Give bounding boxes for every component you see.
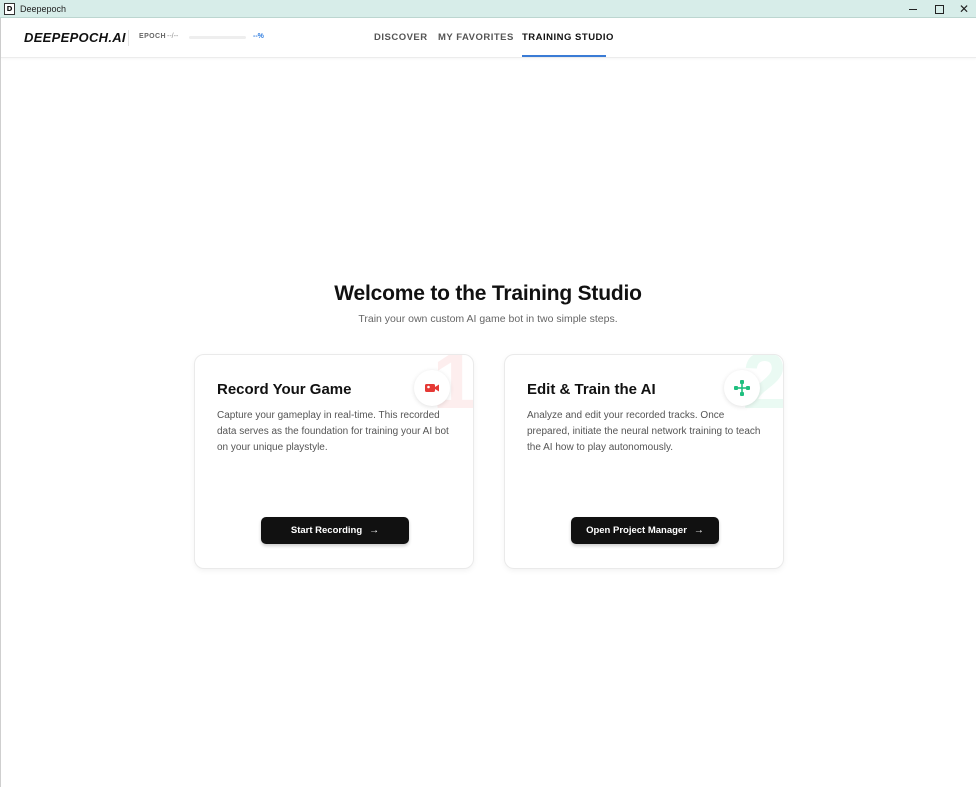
card-title: Edit & Train the AI [527, 381, 656, 398]
maximize-button[interactable] [926, 0, 952, 18]
network-nodes-icon [724, 370, 760, 406]
window-title: Deepepoch [20, 3, 67, 14]
card-description: Analyze and edit your recorded tracks. O… [527, 410, 761, 453]
button-label: Start Recording [290, 525, 363, 536]
close-icon: ✕ [958, 2, 970, 16]
button-label: Open Project Manager [586, 525, 687, 536]
maximize-icon [934, 4, 944, 14]
epoch-label: EPOCH [139, 33, 166, 40]
page-title: Welcome to the Training Studio [334, 282, 642, 305]
edit-train-card: 2 Edit & Train the AI Analyze and edit y… [504, 354, 784, 569]
app-header: DEEPEPOCH.AI EPOCH --/-- --% DISCOVER MY… [1, 18, 976, 58]
start-recording-button[interactable]: Start Recording → [261, 517, 409, 544]
epoch-progress-percent: --% [253, 33, 264, 40]
minimize-icon [909, 8, 917, 10]
epoch-progress-bar [189, 36, 246, 39]
open-project-manager-button[interactable]: Open Project Manager → [571, 517, 719, 544]
arrow-right-icon: → [693, 525, 704, 536]
video-camera-icon [414, 370, 450, 406]
card-title: Record Your Game [217, 381, 352, 398]
window-title-bar: D Deepepoch ✕ [0, 0, 976, 18]
app-icon: D [4, 2, 15, 15]
card-description: Capture your gameplay in real-time. This… [217, 410, 449, 453]
nav-training-studio[interactable]: TRAINING STUDIO [522, 32, 614, 43]
logo[interactable]: DEEPEPOCH.AI [24, 30, 126, 45]
record-game-card: 1 Record Your Game Capture your gameplay… [194, 354, 474, 569]
epoch-value: --/-- [167, 33, 179, 40]
page-subtitle: Train your own custom AI game bot in two… [358, 313, 618, 325]
nav-my-favorites[interactable]: MY FAVORITES [438, 32, 514, 43]
arrow-right-icon: → [369, 525, 380, 536]
window-border [0, 18, 1, 787]
nav-discover[interactable]: DISCOVER [374, 32, 428, 43]
minimize-button[interactable] [900, 0, 926, 18]
active-nav-indicator [522, 55, 606, 57]
close-button[interactable]: ✕ [951, 0, 976, 18]
header-divider [128, 30, 129, 46]
